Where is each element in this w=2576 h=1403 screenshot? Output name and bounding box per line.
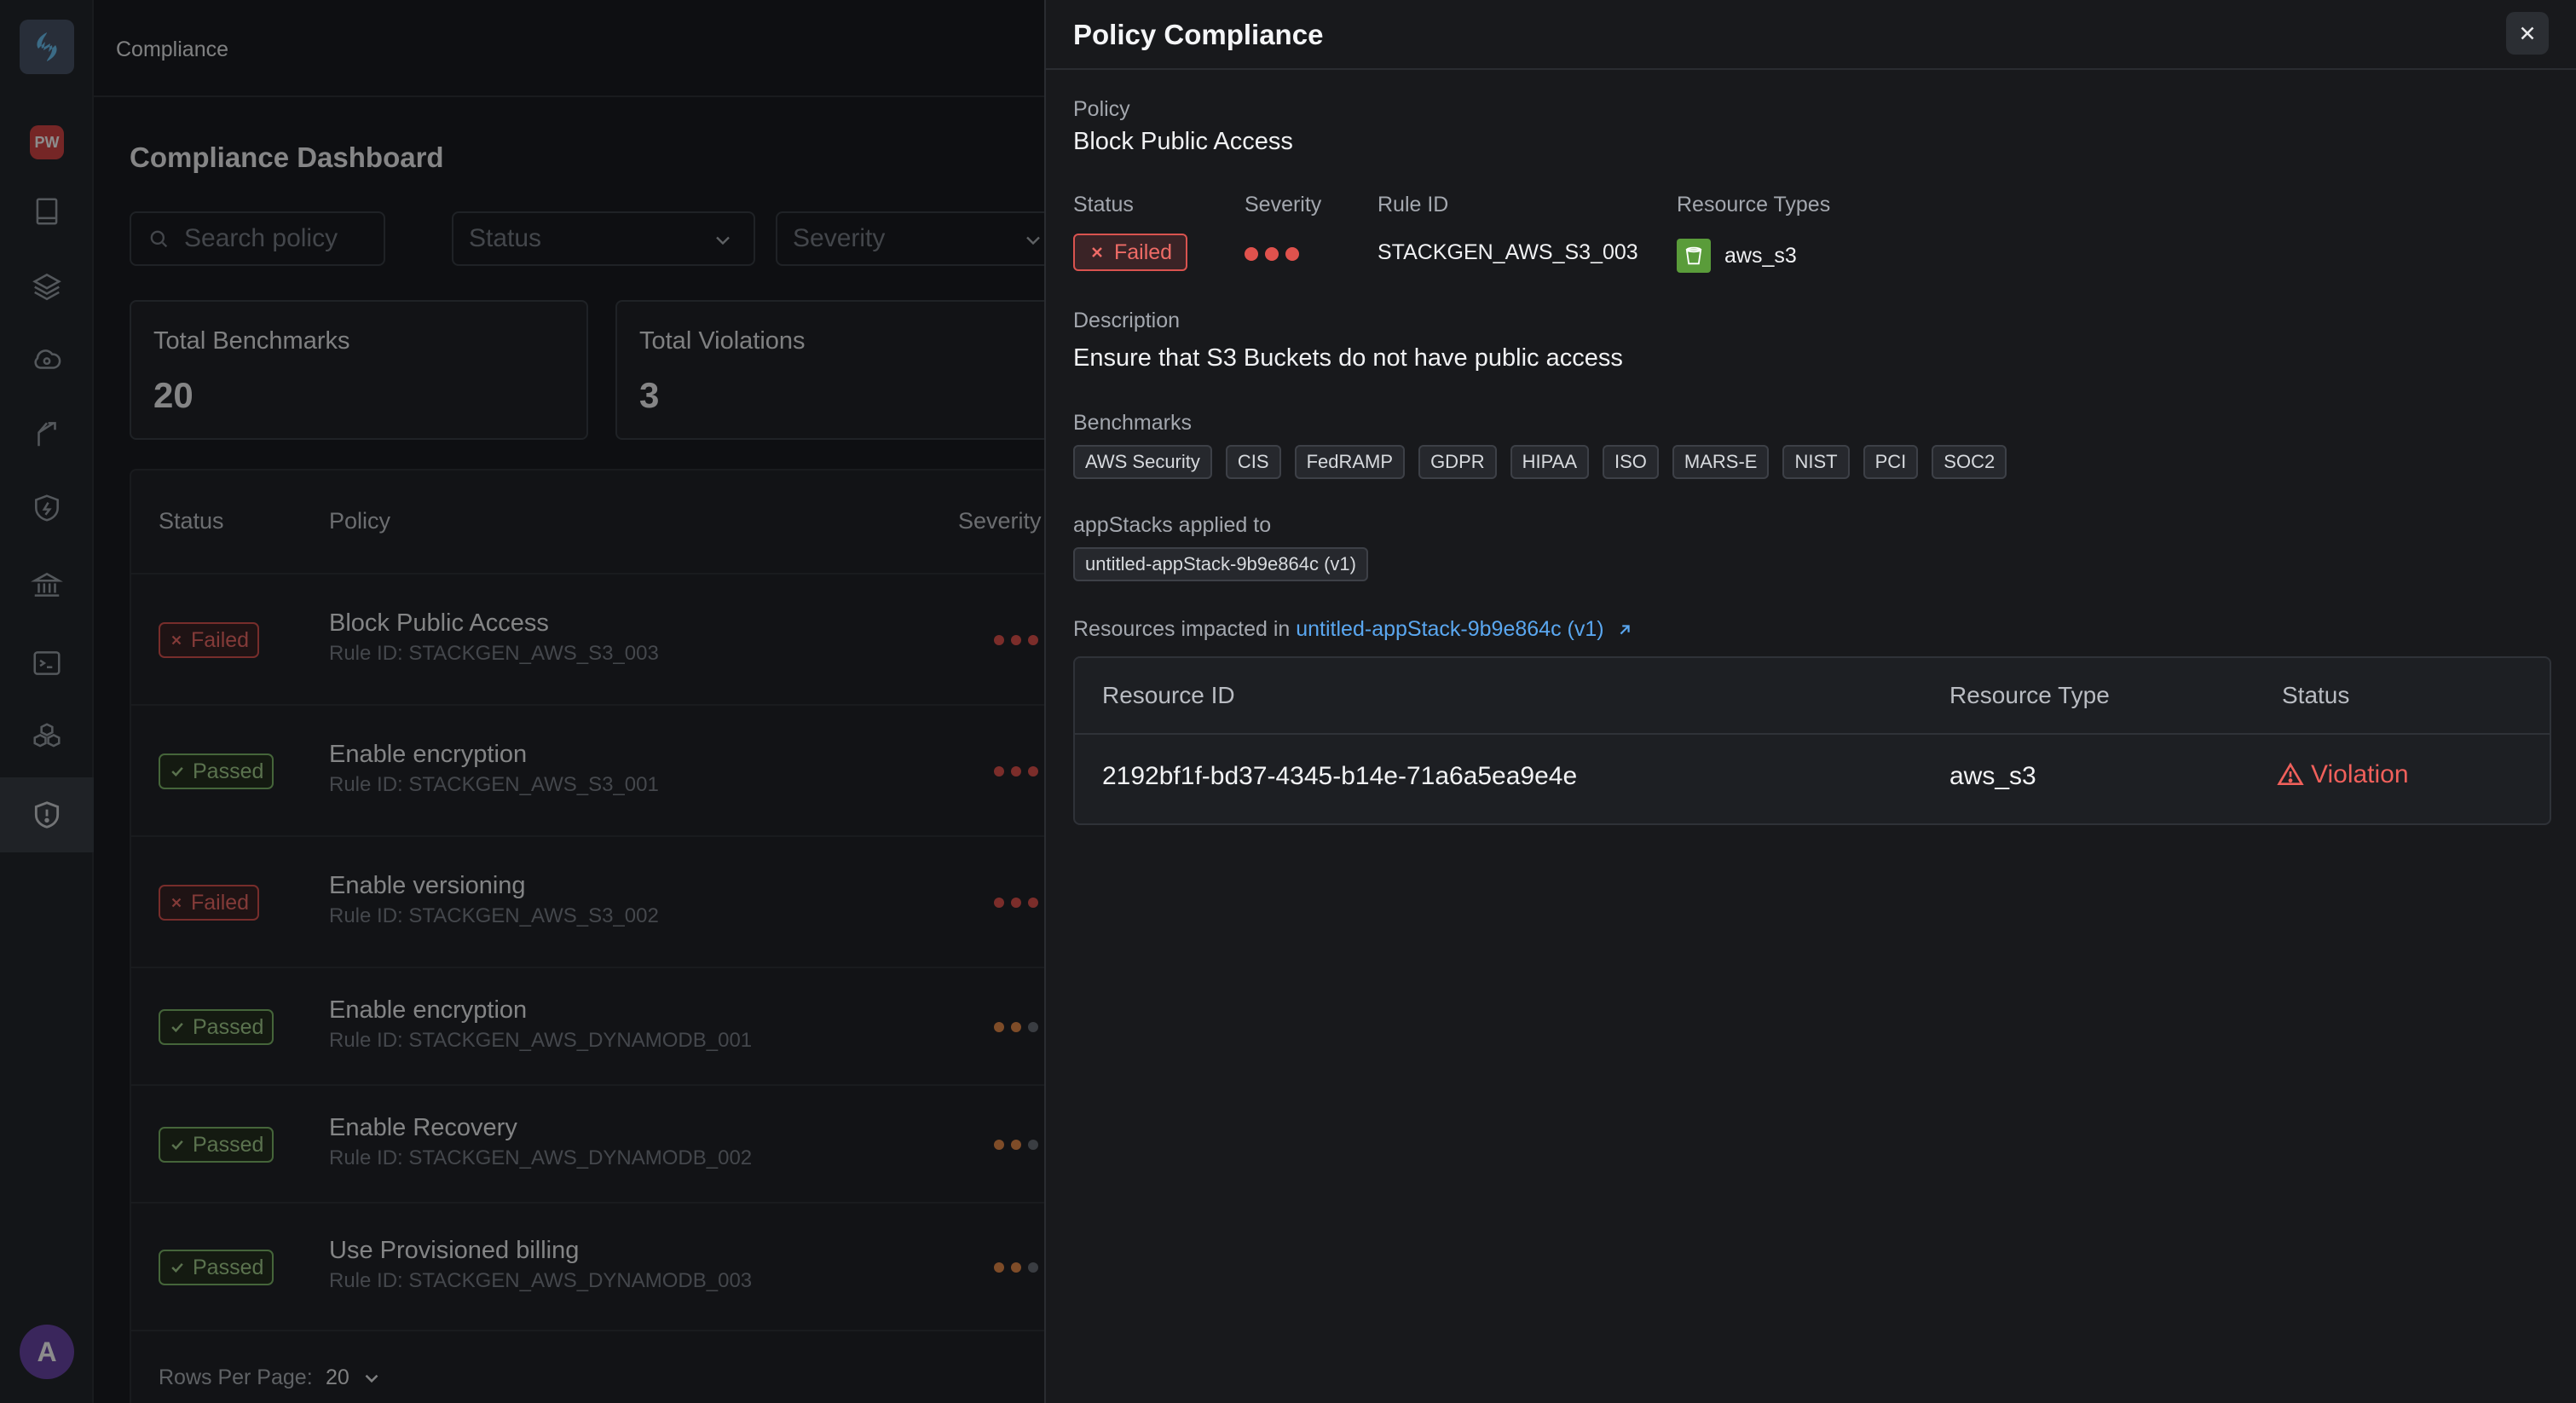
description-value: Ensure that S3 Buckets do not have publi… [1073,344,1623,372]
x-icon [1092,247,1102,257]
resources-impacted-line: Resources impacted in untitled-appStack-… [1073,617,1634,642]
status-label: Status [1073,193,1134,217]
benchmark-chip: FedRAMP [1294,445,1406,479]
benchmark-chip: CIS [1225,445,1281,479]
benchmark-chip: GDPR [1418,445,1497,479]
severity-label: Severity [1245,193,1322,217]
resource-status-label: Violation [2311,760,2409,788]
policy-compliance-drawer: Policy Compliance Policy Block Public Ac… [1044,0,2576,1403]
status-badge-label: Failed [1114,240,1173,264]
column-resource-status[interactable]: Status [2282,682,2349,709]
resources-table: Resource ID Resource Type Status 2192bf1… [1073,656,2551,825]
appstack-link[interactable]: untitled-appStack-9b9e864c (v1) [1296,617,1633,641]
modal-backdrop[interactable] [0,0,1044,1403]
appstack-link-label: untitled-appStack-9b9e864c (v1) [1296,617,1604,641]
drawer-title: Policy Compliance [1073,19,1324,50]
benchmark-chip: NIST [1782,445,1850,479]
appstack-chip[interactable]: untitled-appStack-9b9e864c (v1) [1073,547,1368,581]
status-badge: Failed [1073,234,1188,271]
appstacks-label: appStacks applied to [1073,513,1272,537]
resource-type-cell: aws_s3 [1949,762,2036,790]
column-resource-type[interactable]: Resource Type [1949,682,2110,709]
severity-dot [1245,247,1258,261]
rule-id-label: Rule ID [1378,193,1449,217]
benchmark-chip: AWS Security [1073,445,1212,479]
close-button[interactable] [2506,12,2549,55]
severity-dot [1265,247,1279,261]
benchmark-chip: SOC2 [1932,445,2007,479]
benchmark-chip: PCI [1863,445,1919,479]
resource-id-cell: 2192bf1f-bd37-4345-b14e-71a6a5ea9e4e [1102,762,1578,790]
description-label: Description [1073,309,1181,332]
benchmark-chip: HIPAA [1510,445,1590,479]
s3-bucket-icon [1677,239,1711,273]
resource-types-label: Resource Types [1677,193,1831,217]
benchmark-chip: ISO [1603,445,1659,479]
resource-type-value: aws_s3 [1724,244,1797,268]
benchmark-chips: AWS Security CIS FedRAMP GDPR HIPAA ISO MARS-E… [1073,445,2007,479]
column-resource-id[interactable]: Resource ID [1102,682,1235,709]
external-link-icon [1620,625,1630,635]
resource-status-cell: Violation [2277,760,2409,789]
resources-table-header: Resource ID Resource Type Status [1075,658,2550,735]
policy-label: Policy [1073,97,1130,121]
severity-indicator [1245,247,1299,261]
close-icon [2521,26,2534,40]
warning-icon [2277,762,2304,785]
benchmark-chip: MARS-E [1672,445,1770,479]
impacted-prefix: Resources impacted in [1073,617,1291,641]
rule-id-value: STACKGEN_AWS_S3_003 [1378,240,1638,264]
severity-dot [1285,247,1299,261]
policy-value: Block Public Access [1073,128,1293,155]
benchmarks-label: Benchmarks [1073,411,1192,435]
drawer-header: Policy Compliance [1046,0,2576,70]
